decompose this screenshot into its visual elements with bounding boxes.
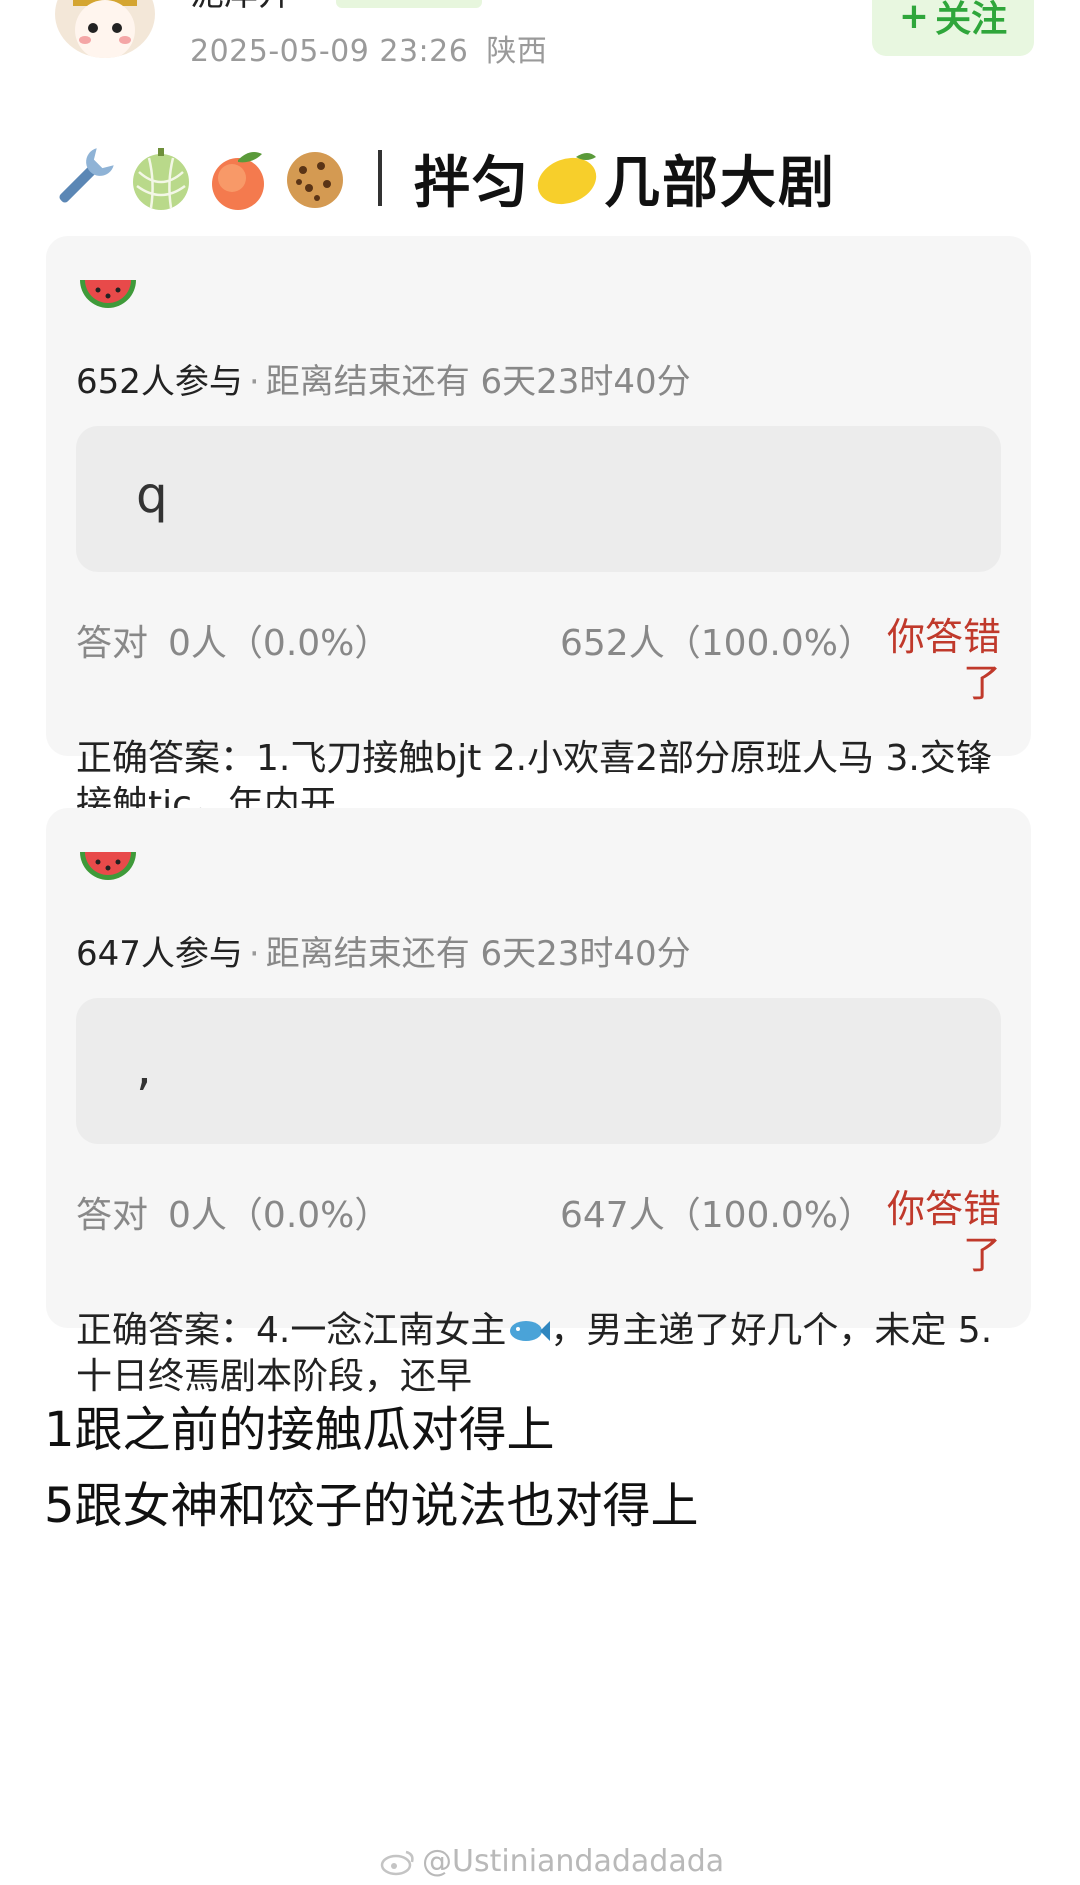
post-meta: 2025-05-09 23:26 陕西 — [190, 26, 547, 70]
follow-button[interactable]: + 关注 — [872, 0, 1034, 56]
stats-separator: · — [248, 934, 260, 974]
post-title: 拌匀 几部大剧 — [48, 138, 836, 218]
post-header: 泥岸开 2025-05-09 23:26 陕西 + 关注 — [0, 0, 1080, 80]
participant-count: 652人参与 — [76, 362, 243, 402]
answer-status: 你答错了 — [886, 615, 1001, 705]
wrong-count: 647人（100.0%） — [560, 1195, 874, 1236]
follow-label: 关注 — [935, 0, 1008, 40]
poll-stats: 652人参与 · 距离结束还有 6天23时40分 — [76, 354, 691, 403]
title-text: 拌匀 几部大剧 — [414, 138, 836, 219]
fish-icon — [510, 1321, 551, 1341]
correct-result: 答对 0人（0.0%） — [76, 1186, 390, 1238]
title-main: 拌匀 — [414, 150, 530, 216]
poll-option[interactable]: , — [76, 998, 1001, 1144]
poll-card: 652人参与 · 距离结束还有 6天23时40分 q 答对 0人（0.0%） 652人… — [46, 236, 1031, 825]
plus-icon: + — [898, 0, 930, 37]
answer-status: 你答错了 — [886, 1187, 1001, 1277]
correct-answer: 正确答案：4.一念江南女主 ，男主递了好几个，未定 5.十日终焉剧本阶段，还早 — [76, 1308, 1001, 1400]
peach-icon — [212, 152, 264, 210]
poll-card: 647人参与 · 距离结束还有 6天23时40分 , 答对 0人（0.0%） 647人… — [46, 808, 1031, 1397]
title-suffix: 几部大剧 — [604, 150, 836, 216]
cookie-icon — [287, 152, 343, 208]
answer-text-part1: 正确答案：4.一念江南女主 — [76, 1310, 507, 1351]
comment-line: 1跟之前的接触瓜对得上 — [44, 1402, 555, 1458]
melon-icon — [133, 148, 189, 210]
stats-separator: · — [248, 362, 260, 402]
correct-count: 0人（0.0%） — [168, 623, 391, 664]
watermark: @Ustiniandadadada — [380, 1844, 724, 1879]
correct-result: 答对 0人（0.0%） — [76, 614, 390, 666]
wrong-count: 652人（100.0%） — [560, 623, 874, 664]
weibo-logo-icon — [380, 1850, 414, 1875]
wrench-icon — [59, 148, 114, 203]
lemon-icon — [537, 153, 597, 205]
comment-line: 5跟女神和饺子的说法也对得上 — [44, 1478, 699, 1534]
poll-stats: 647人参与 · 距离结束还有 6天23时40分 — [76, 926, 691, 975]
title-separator — [378, 150, 382, 206]
user-badge — [336, 0, 482, 8]
watermark-text: @Ustiniandadadada — [422, 1844, 725, 1879]
time-remaining: 距离结束还有 6天23时40分 — [265, 934, 691, 974]
poll-option[interactable]: q — [76, 426, 1001, 572]
participant-count: 647人参与 — [76, 934, 243, 974]
avatar[interactable] — [55, 0, 155, 58]
post-location: 陕西 — [486, 34, 548, 69]
correct-label: 答对 — [76, 623, 149, 664]
poll-option-text: , — [136, 1038, 152, 1096]
username[interactable]: 泥岸开 — [190, 0, 292, 15]
post-date: 2025-05-09 23:26 — [190, 34, 469, 69]
correct-label: 答对 — [76, 1195, 149, 1236]
watermelon-icon — [80, 852, 136, 880]
time-remaining: 距离结束还有 6天23时40分 — [265, 362, 691, 402]
watermelon-icon — [80, 280, 136, 308]
poll-option-text: q — [136, 466, 168, 524]
correct-count: 0人（0.0%） — [168, 1195, 391, 1236]
